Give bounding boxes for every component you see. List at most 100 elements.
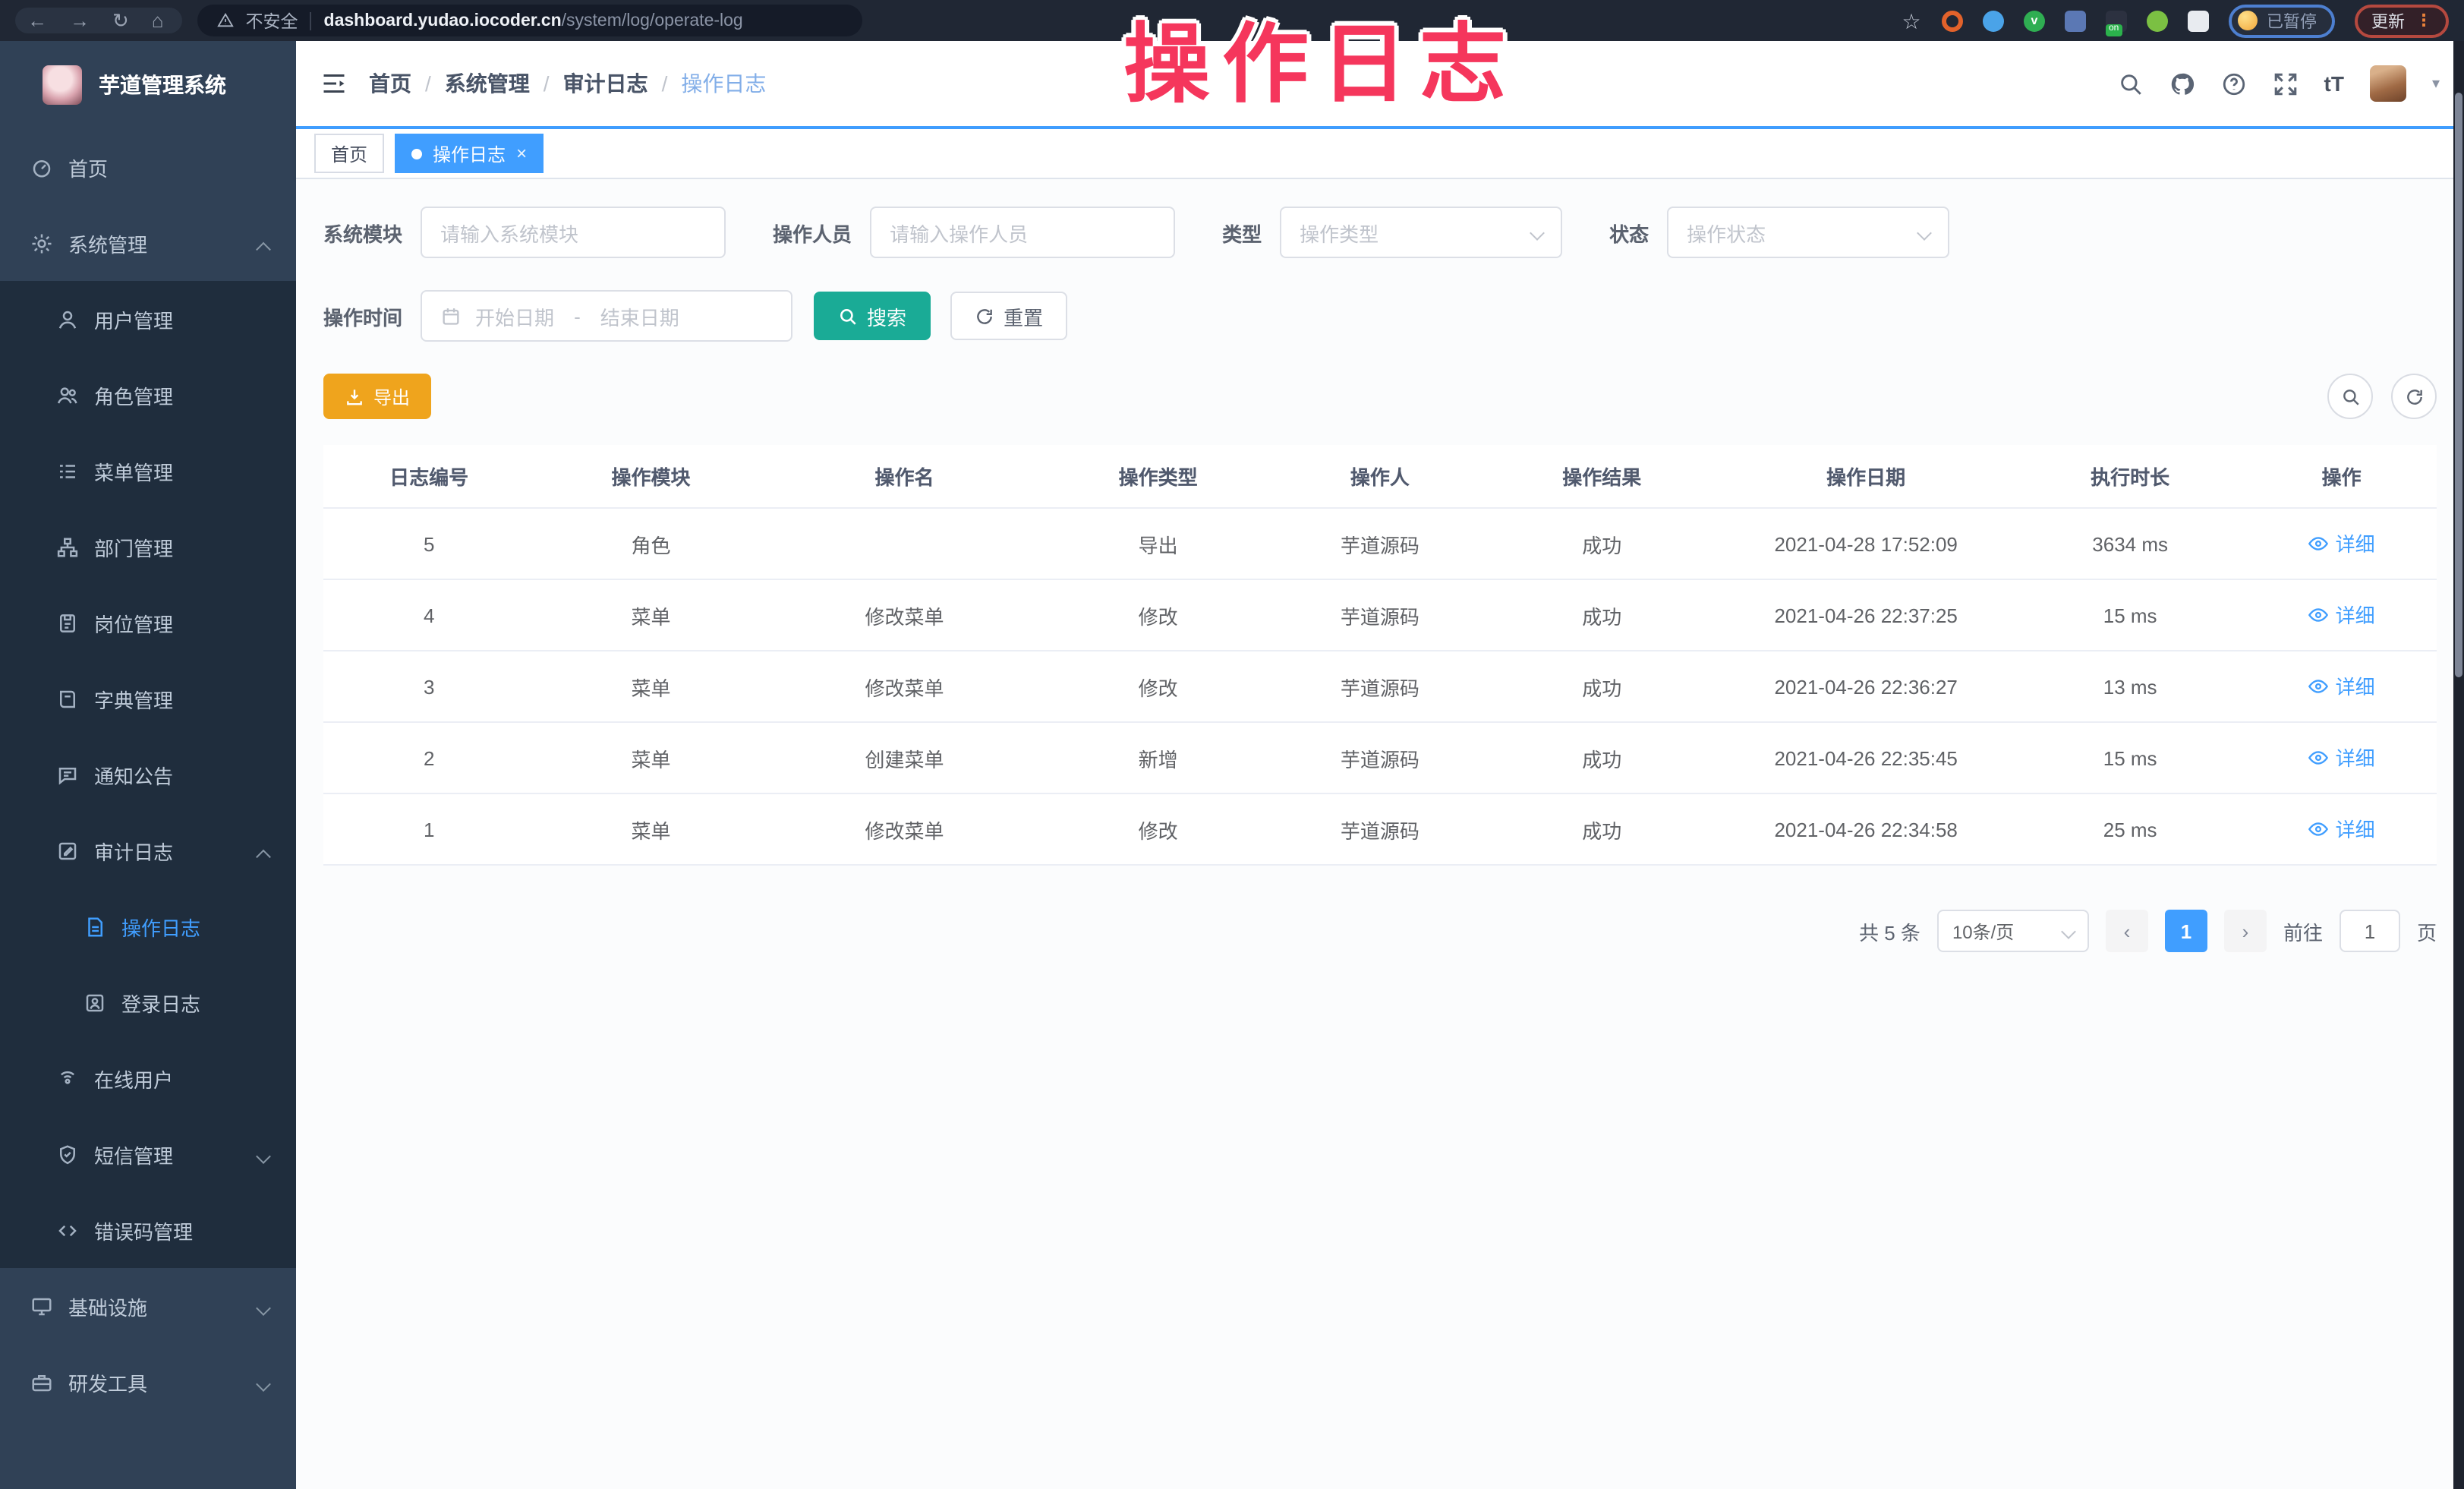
browser-update-button[interactable]: 更新 ⋮ (2355, 4, 2449, 37)
ext-switch-icon[interactable]: on (2106, 10, 2127, 31)
operator-input[interactable]: 请输入操作人员 (870, 207, 1175, 258)
ext-leaf-icon[interactable] (2147, 10, 2168, 31)
sidebar-item-system[interactable]: 系统管理 (0, 205, 296, 281)
sidebar-item-online-users[interactable]: 在线用户 (0, 1040, 296, 1116)
sidebar-item-audit-log[interactable]: 审计日志 (0, 812, 296, 888)
tab-home[interactable]: 首页 (314, 134, 384, 173)
sidebar-item-departments[interactable]: 部门管理 (0, 509, 296, 585)
page-size-select[interactable]: 10条/页 (1937, 910, 2089, 952)
range-separator: - (574, 304, 581, 327)
ext-tabs-icon[interactable] (2065, 10, 2086, 31)
cell-result: 成功 (1486, 793, 1718, 865)
search-button[interactable]: 搜索 (814, 292, 931, 340)
sidebar-item-users[interactable]: 用户管理 (0, 281, 296, 357)
detail-link-label: 详细 (2336, 743, 2375, 772)
cell-module: 菜单 (534, 579, 767, 651)
browser-menu-icon[interactable]: ⋮ (2415, 11, 2432, 30)
avatar-caret-icon[interactable]: ▾ (2432, 75, 2440, 92)
url-domain: dashboard.yudao.iocoder.cn (324, 11, 562, 30)
security-label[interactable]: 不安全 (246, 8, 298, 33)
browser-reload-icon[interactable]: ↻ (112, 11, 129, 30)
url-text[interactable]: dashboard.yudao.iocoder.cn/system/log/op… (324, 11, 743, 30)
font-size-icon[interactable]: tT (2324, 71, 2344, 96)
close-icon[interactable]: × (516, 144, 527, 162)
page-number-1[interactable]: 1 (2165, 910, 2207, 952)
tags-view-bar: 首页 操作日志 × (296, 129, 2464, 179)
show-search-button[interactable] (2327, 374, 2373, 419)
sidebar-item-announcements[interactable]: 通知公告 (0, 737, 296, 812)
sidebar-toggle-icon[interactable] (320, 70, 348, 97)
prev-page-button[interactable]: ‹ (2106, 910, 2148, 952)
browser-home-icon[interactable]: ⌂ (152, 11, 164, 30)
sidebar-item-infrastructure[interactable]: 基础设施 (0, 1268, 296, 1344)
detail-link[interactable]: 详细 (2308, 672, 2375, 701)
type-select[interactable]: 操作类型 (1280, 207, 1562, 258)
browser-nav-group: ← → ↻ ⌂ (15, 8, 182, 33)
sms-shield-icon (56, 1143, 79, 1166)
date-range-picker[interactable]: 开始日期 - 结束日期 (421, 290, 792, 342)
ext-vue-devtools-icon[interactable]: v (2024, 10, 2045, 31)
bookmark-star-icon[interactable]: ☆ (1901, 10, 1922, 31)
ext-ublock-icon[interactable] (1942, 10, 1963, 31)
breadcrumb-home[interactable]: 首页 (369, 68, 411, 99)
cell-result: 成功 (1486, 651, 1718, 722)
cell-duration: 25 ms (2014, 793, 2246, 865)
sidebar-item-dictionary[interactable]: 字典管理 (0, 661, 296, 737)
profile-paused-chip[interactable]: 已暂停 (2229, 4, 2335, 37)
browser-back-icon[interactable]: ← (27, 11, 47, 30)
eye-icon (2308, 747, 2330, 768)
user-avatar[interactable] (2370, 65, 2406, 102)
org-tree-icon (56, 535, 79, 558)
audit-log-icon (56, 839, 79, 862)
detail-link[interactable]: 详细 (2308, 743, 2375, 772)
dictionary-icon (56, 687, 79, 710)
table-row: 4 菜单 修改菜单 修改 芋道源码 成功 2021-04-26 22:37:25… (323, 579, 2437, 651)
filter-operator: 操作人员 请输入操作人员 (773, 207, 1175, 258)
reset-button[interactable]: 重置 (950, 292, 1067, 340)
detail-link[interactable]: 详细 (2308, 529, 2375, 558)
sidebar-item-home[interactable]: 首页 (0, 129, 296, 205)
refresh-table-button[interactable] (2391, 374, 2437, 419)
sidebar-item-label: 登录日志 (121, 988, 200, 1017)
sidebar-item-roles[interactable]: 角色管理 (0, 357, 296, 433)
detail-link[interactable]: 详细 (2308, 815, 2375, 844)
sidebar-item-menus[interactable]: 菜单管理 (0, 433, 296, 509)
browser-forward-icon[interactable]: → (70, 11, 90, 30)
filter-time: 操作时间 开始日期 - 结束日期 (323, 290, 792, 342)
breadcrumb-system[interactable]: 系统管理 (445, 68, 530, 99)
github-icon[interactable] (2169, 71, 2195, 96)
sidebar-item-operate-log[interactable]: 操作日志 (0, 888, 296, 964)
ext-drop-icon[interactable] (1983, 10, 2004, 31)
detail-link-label: 详细 (2336, 529, 2375, 558)
filter-module: 系统模块 请输入系统模块 (323, 207, 726, 258)
scrollbar-thumb[interactable] (2455, 93, 2462, 677)
address-bar[interactable]: 不安全 dashboard.yudao.iocoder.cn/system/lo… (197, 5, 862, 36)
app-logo[interactable]: 芋道管理系统 (0, 41, 296, 129)
sidebar-item-dev-tools[interactable]: 研发工具 (0, 1344, 296, 1420)
next-page-button[interactable]: › (2224, 910, 2267, 952)
browser-extensions: ☆ v on 已暂停 更新 ⋮ (1901, 4, 2449, 37)
sidebar-item-posts[interactable]: 岗位管理 (0, 585, 296, 661)
sidebar-item-error-codes[interactable]: 错误码管理 (0, 1192, 296, 1268)
cell-date: 2021-04-26 22:36:27 (1718, 651, 2014, 722)
detail-link[interactable]: 详细 (2308, 601, 2375, 629)
search-icon[interactable] (2118, 71, 2144, 96)
cell-date: 2021-04-26 22:34:58 (1718, 793, 2014, 865)
chevron-down-icon (1530, 225, 1545, 240)
help-icon[interactable] (2221, 71, 2247, 96)
status-select[interactable]: 操作状态 (1667, 207, 1949, 258)
export-button[interactable]: 导出 (323, 374, 431, 419)
goto-page-input[interactable] (2340, 910, 2400, 952)
filter-row-2: 操作时间 开始日期 - 结束日期 搜索 重置 (323, 290, 2437, 342)
search-icon (2340, 386, 2360, 406)
sidebar-item-sms[interactable]: 短信管理 (0, 1116, 296, 1192)
cell-module: 菜单 (534, 722, 767, 793)
tab-operate-log[interactable]: 操作日志 × (395, 134, 544, 173)
sidebar-item-login-log[interactable]: 登录日志 (0, 964, 296, 1040)
ext-puzzle-icon[interactable] (2188, 10, 2209, 31)
fullscreen-icon[interactable] (2273, 71, 2299, 96)
breadcrumb-audit-log[interactable]: 审计日志 (563, 68, 648, 99)
window-scrollbar[interactable] (2453, 41, 2464, 1489)
module-input[interactable]: 请输入系统模块 (421, 207, 726, 258)
sidebar-item-label: 基础设施 (68, 1292, 147, 1320)
